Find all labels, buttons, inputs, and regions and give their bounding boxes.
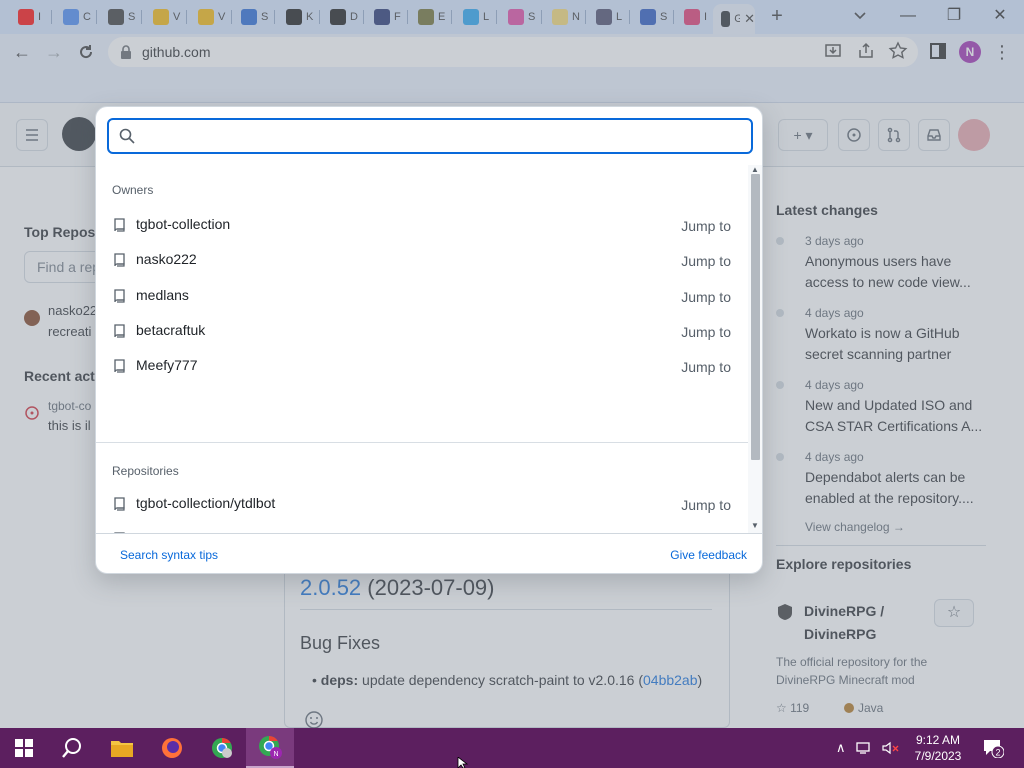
search-result-item[interactable]: tgbot-collection/ytdlbot Jump to	[96, 488, 748, 523]
volume-muted-icon[interactable]	[881, 741, 900, 755]
search-result-item[interactable]: nasko222 Jump to	[96, 244, 748, 279]
mouse-cursor-icon	[457, 757, 469, 768]
system-tray: ∧	[836, 728, 900, 768]
results-scrollbar[interactable]: ▲ ▼	[748, 165, 762, 533]
jump-to-label: Jump to	[681, 497, 731, 513]
folder-icon	[111, 741, 133, 757]
chrome-icon: N	[259, 735, 282, 759]
taskbar-clock[interactable]: 9:12 AM 7/9/2023	[904, 732, 972, 764]
scroll-down-arrow[interactable]: ▼	[751, 521, 759, 530]
repositories-group-title: Repositories	[112, 464, 179, 478]
network-icon[interactable]	[855, 741, 872, 755]
search-button[interactable]	[48, 728, 96, 768]
chrome-active-button[interactable]: N	[246, 728, 294, 768]
owners-group-title: Owners	[112, 183, 154, 197]
repo-icon	[114, 497, 125, 511]
search-results: Owners tgbot-collection Jump to nasko222 Ju…	[96, 165, 748, 533]
search-icon	[119, 128, 135, 144]
svg-text:N: N	[274, 751, 279, 758]
file-explorer-button[interactable]	[98, 728, 146, 768]
give-feedback-link[interactable]: Give feedback	[670, 548, 747, 562]
firefox-icon	[162, 738, 182, 758]
search-result-item[interactable]: medlans Jump to	[96, 280, 748, 315]
repo-icon	[114, 218, 125, 232]
jump-to-label: Jump to	[681, 218, 731, 234]
clock-date: 7/9/2023	[914, 749, 962, 763]
result-label: tgbot-collection	[136, 216, 231, 232]
repo-icon	[114, 288, 125, 303]
result-label: betacraftuk	[136, 321, 206, 338]
chrome-icon	[212, 737, 232, 758]
result-label: tgbot-collection/ytdlbot	[136, 495, 276, 511]
repo-icon	[114, 359, 125, 373]
search-dialog: Owners tgbot-collection Jump to nasko222 Ju…	[95, 106, 763, 574]
repo-icon	[114, 253, 125, 267]
search-icon	[62, 738, 81, 758]
jump-to-label: Jump to	[681, 359, 731, 376]
start-button[interactable]	[0, 728, 48, 768]
scroll-thumb[interactable]	[751, 174, 760, 460]
chrome-profile-button[interactable]	[198, 728, 246, 768]
search-result-item[interactable]: nasko222/the-minecraft-recreation-projec…	[96, 523, 748, 533]
search-syntax-tips-link[interactable]: Search syntax tips	[120, 548, 218, 562]
chevron-up-icon[interactable]: ∧	[836, 740, 846, 756]
windows-taskbar: N ∧ 9:12 AM 7/9/2023 2	[0, 728, 1024, 768]
jump-to-label: Jump to	[681, 253, 731, 270]
search-result-item[interactable]: Meefy777 Jump to	[96, 350, 748, 385]
search-footer: Search syntax tips Give feedback	[96, 533, 762, 574]
search-input[interactable]	[143, 128, 723, 144]
search-result-item[interactable]: tgbot-collection Jump to	[96, 209, 748, 244]
firefox-button[interactable]	[148, 728, 196, 768]
search-box[interactable]	[107, 118, 753, 154]
jump-to-label: Jump to	[681, 288, 731, 305]
result-label: medlans	[136, 286, 189, 303]
repo-icon	[114, 324, 125, 338]
clock-time: 9:12 AM	[915, 733, 961, 747]
notification-center-icon[interactable]: 2	[982, 738, 1004, 758]
result-label: Meefy777	[136, 357, 198, 374]
windows-logo-icon	[15, 739, 33, 757]
result-label: nasko222	[136, 251, 197, 268]
scroll-up-arrow[interactable]: ▲	[751, 165, 759, 174]
search-result-item[interactable]: betacraftuk Jump to	[96, 315, 748, 350]
notification-count: 2	[996, 748, 1001, 758]
group-divider	[96, 442, 748, 443]
jump-to-label: Jump to	[681, 323, 731, 340]
